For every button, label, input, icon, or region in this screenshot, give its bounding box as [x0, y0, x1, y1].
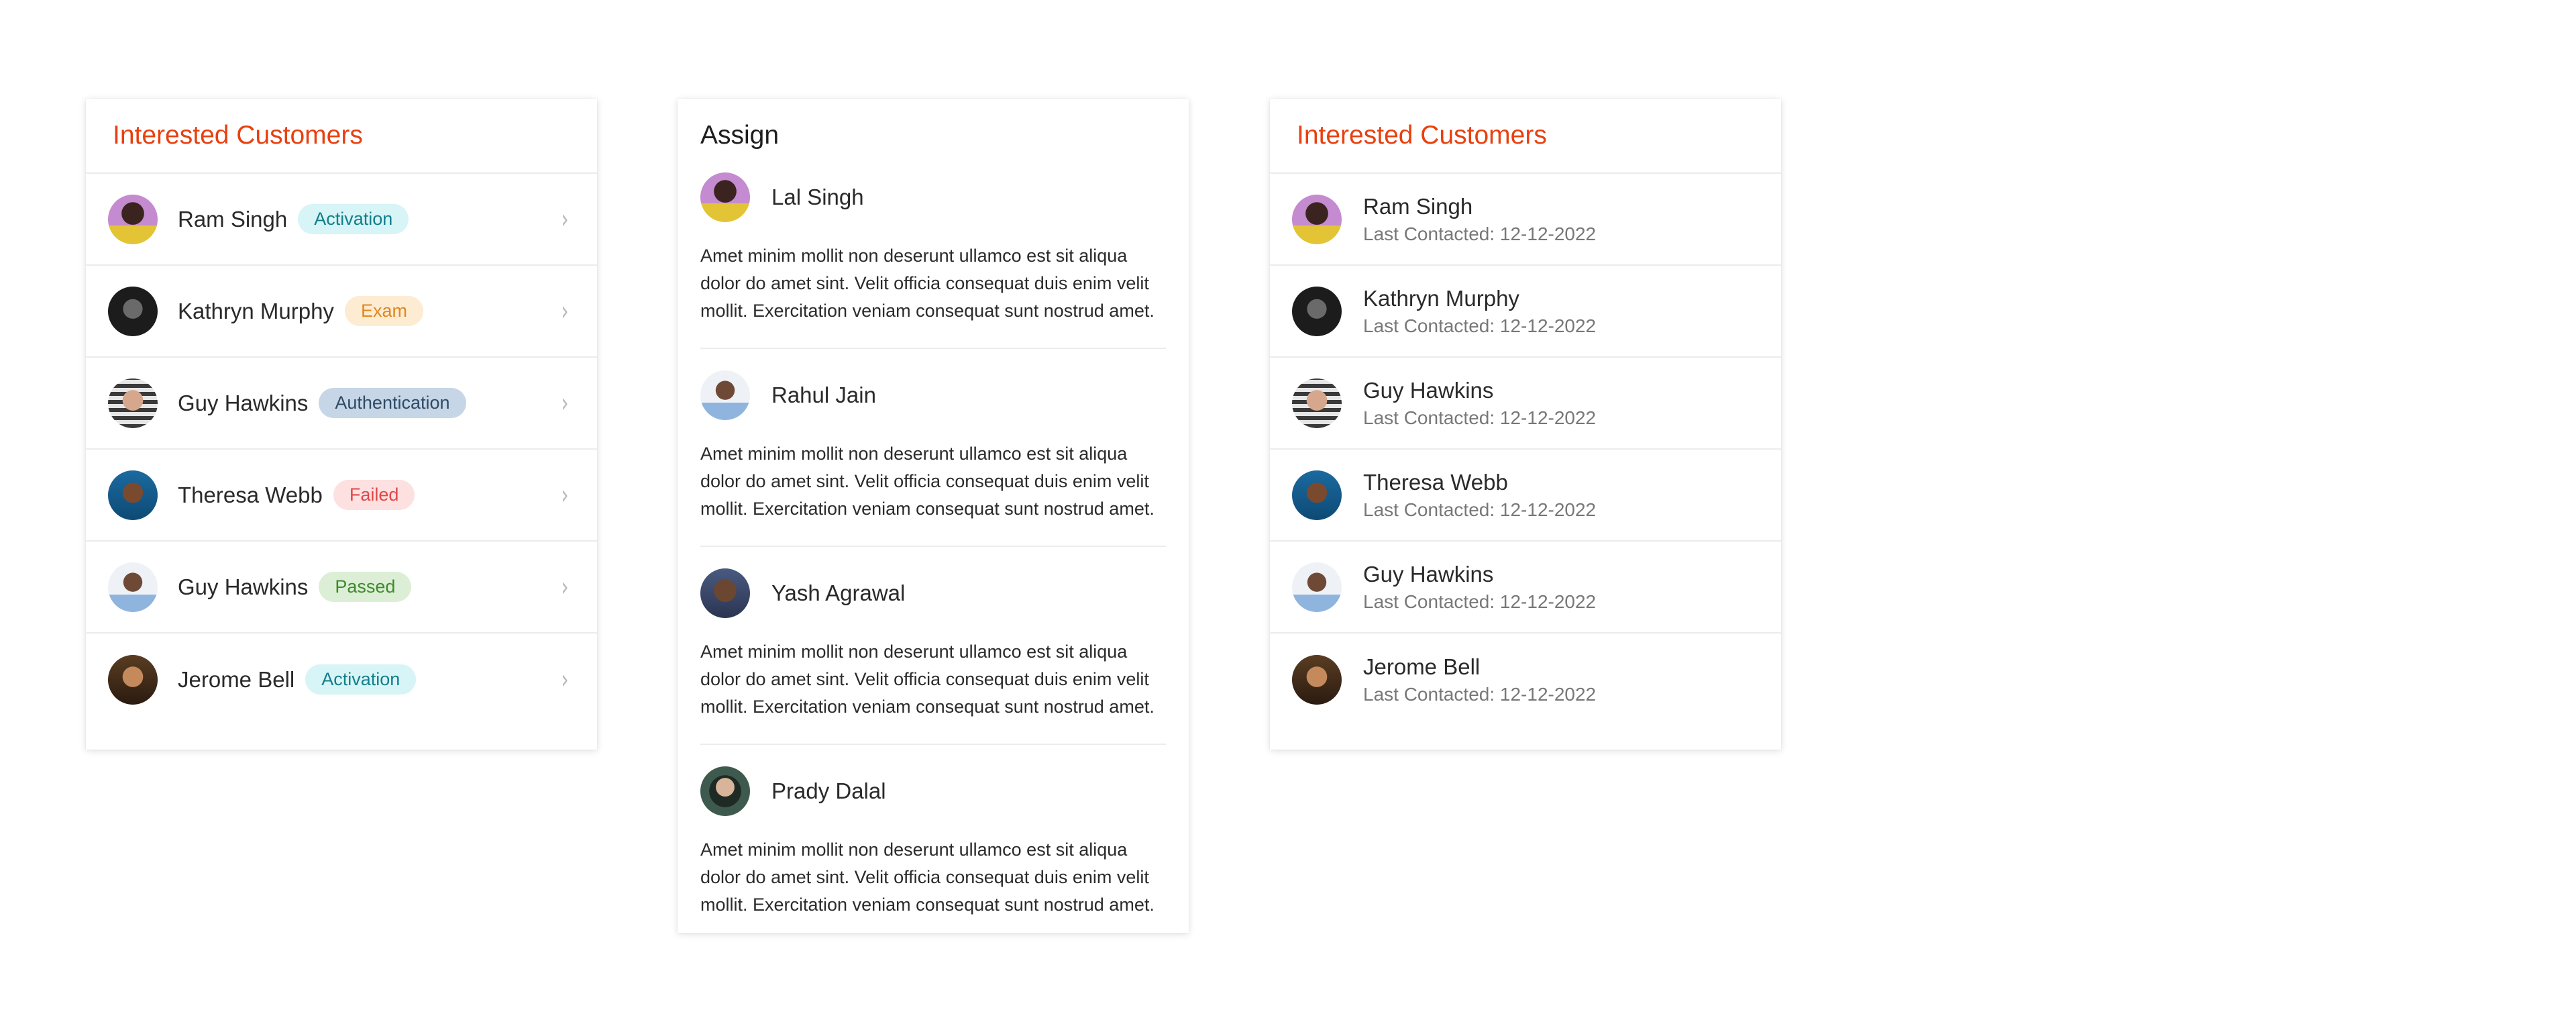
- customer-row[interactable]: Jerome Bell Last Contacted: 12-12-2022: [1270, 634, 1781, 725]
- customer-name: Kathryn Murphy: [178, 298, 334, 323]
- chevron-right-icon[interactable]: ›: [561, 666, 568, 693]
- customer-name: Theresa Webb: [178, 482, 323, 507]
- last-contacted: Last Contacted: 12-12-2022: [1363, 683, 1597, 705]
- status-badge: Exam: [344, 296, 423, 326]
- status-badge: Failed: [333, 480, 415, 510]
- chevron-right-icon[interactable]: ›: [561, 574, 568, 601]
- customer-row[interactable]: Guy Hawkins Last Contacted: 12-12-2022: [1270, 542, 1781, 634]
- customer-row[interactable]: Jerome Bell Activation ›: [86, 634, 597, 725]
- avatar: [108, 470, 158, 520]
- status-badge: Activation: [305, 664, 417, 695]
- customer-name: Theresa Webb: [1363, 469, 1508, 495]
- assign-item[interactable]: Prady Dalal Amet minim mollit non deseru…: [700, 745, 1166, 942]
- status-badge: Authentication: [319, 388, 466, 418]
- assignee-name: Lal Singh: [771, 185, 864, 209]
- avatar: [108, 194, 158, 244]
- chevron-right-icon[interactable]: ›: [561, 206, 568, 233]
- customer-name: Ram Singh: [178, 206, 288, 232]
- last-contacted: Last Contacted: 12-12-2022: [1363, 591, 1597, 612]
- customer-name: Guy Hawkins: [1363, 561, 1494, 587]
- avatar: [700, 172, 750, 222]
- avatar: [1292, 286, 1342, 336]
- customer-row[interactable]: Kathryn Murphy Last Contacted: 12-12-202…: [1270, 266, 1781, 358]
- assign-item[interactable]: Yash Agrawal Amet minim mollit non deser…: [700, 547, 1166, 745]
- chevron-right-icon[interactable]: ›: [561, 390, 568, 417]
- avatar: [1292, 654, 1342, 705]
- avatar: [1292, 378, 1342, 428]
- customer-row[interactable]: Ram Singh Activation ›: [86, 174, 597, 266]
- avatar: [1292, 562, 1342, 612]
- customer-row[interactable]: Ram Singh Last Contacted: 12-12-2022: [1270, 174, 1781, 266]
- avatar: [108, 562, 158, 612]
- card-title: Interested Customers: [1270, 99, 1781, 174]
- customer-row[interactable]: Theresa Webb Failed ›: [86, 450, 597, 542]
- customer-name: Guy Hawkins: [178, 390, 309, 415]
- customer-row[interactable]: Theresa Webb Last Contacted: 12-12-2022: [1270, 450, 1781, 542]
- customer-row[interactable]: Guy Hawkins Passed ›: [86, 542, 597, 634]
- assign-description: Amet minim mollit non deserunt ullamco e…: [700, 642, 1155, 717]
- assignee-name: Yash Agrawal: [771, 580, 906, 605]
- status-badge: Passed: [319, 572, 412, 602]
- customer-name: Jerome Bell: [1363, 654, 1481, 679]
- customer-name: Guy Hawkins: [1363, 377, 1494, 403]
- avatar: [700, 568, 750, 618]
- last-contacted: Last Contacted: 12-12-2022: [1363, 499, 1597, 520]
- assign-description: Amet minim mollit non deserunt ullamco e…: [700, 840, 1155, 915]
- assignee-name: Prady Dalal: [771, 778, 886, 803]
- avatar: [108, 286, 158, 336]
- last-contacted: Last Contacted: 12-12-2022: [1363, 223, 1597, 244]
- avatar: [700, 766, 750, 816]
- assign-description: Amet minim mollit non deserunt ullamco e…: [700, 246, 1155, 321]
- avatar: [108, 378, 158, 428]
- card-title: Assign: [700, 121, 780, 150]
- avatar: [700, 370, 750, 420]
- customer-row[interactable]: Kathryn Murphy Exam ›: [86, 266, 597, 358]
- interested-customers-badges-card: Interested Customers Ram Singh Activatio…: [86, 99, 597, 750]
- chevron-right-icon[interactable]: ›: [561, 482, 568, 509]
- status-badge: Activation: [298, 204, 409, 234]
- customer-name: Guy Hawkins: [178, 574, 309, 599]
- customer-row[interactable]: Guy Hawkins Authentication ›: [86, 358, 597, 450]
- assign-item[interactable]: Rahul Jain Amet minim mollit non deserun…: [700, 349, 1166, 547]
- assign-item[interactable]: Lal Singh Amet minim mollit non deserunt…: [700, 172, 1166, 349]
- avatar: [1292, 470, 1342, 520]
- assign-description: Amet minim mollit non deserunt ullamco e…: [700, 444, 1155, 519]
- customer-name: Kathryn Murphy: [1363, 285, 1519, 311]
- customer-name: Jerome Bell: [178, 666, 295, 692]
- chevron-right-icon[interactable]: ›: [561, 298, 568, 325]
- customer-row[interactable]: Guy Hawkins Last Contacted: 12-12-2022: [1270, 358, 1781, 450]
- avatar: [108, 654, 158, 705]
- customer-name: Ram Singh: [1363, 193, 1473, 219]
- assign-card: Assign Lal Singh Amet minim mollit non d…: [678, 99, 1189, 933]
- interested-customers-contact-card: Interested Customers Ram Singh Last Cont…: [1270, 99, 1781, 750]
- card-title: Interested Customers: [86, 99, 597, 174]
- assignee-name: Rahul Jain: [771, 383, 876, 407]
- avatar: [1292, 194, 1342, 244]
- last-contacted: Last Contacted: 12-12-2022: [1363, 315, 1597, 336]
- last-contacted: Last Contacted: 12-12-2022: [1363, 407, 1597, 428]
